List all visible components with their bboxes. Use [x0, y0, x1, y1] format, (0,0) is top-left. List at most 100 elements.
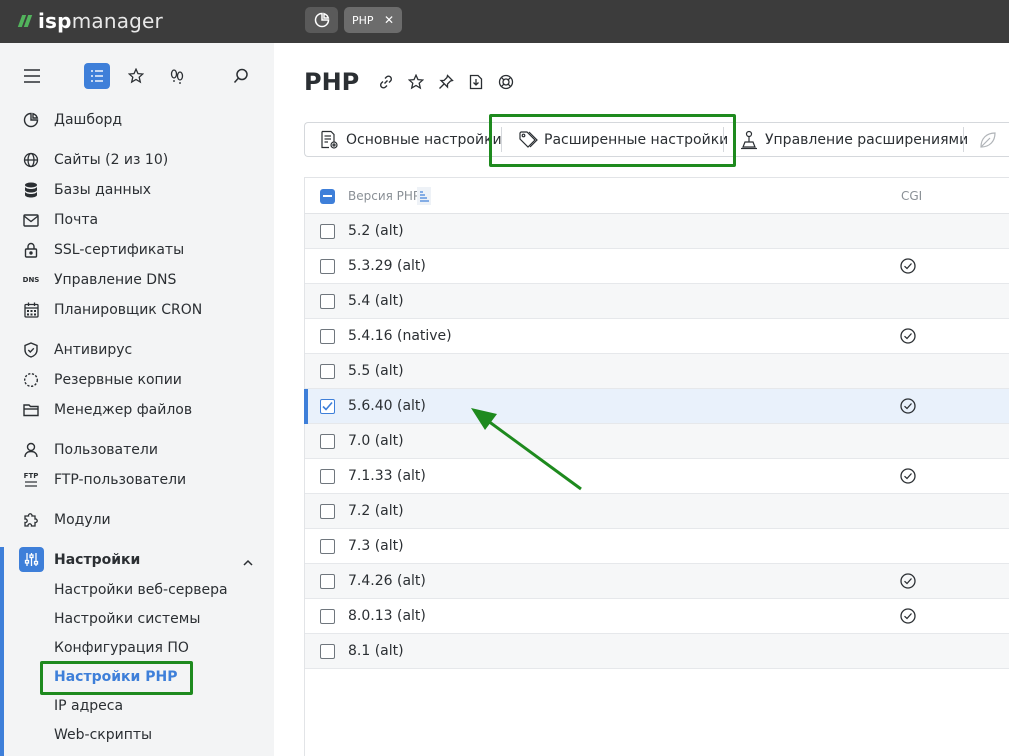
table-row[interactable]: 7.3 (alt) — [305, 529, 1009, 564]
basic-settings-button[interactable]: Основные настройки — [319, 123, 502, 156]
manage-extensions-button[interactable]: Управление расширениями — [738, 123, 968, 156]
chevron-up-icon[interactable] — [243, 554, 253, 570]
sidebar-item-antivirus[interactable]: Антивирус — [0, 335, 274, 365]
sidebar-item-label: Базы данных — [54, 182, 152, 198]
sidebar-subitem-system[interactable]: Настройки системы — [54, 611, 200, 627]
row-checkbox[interactable] — [320, 364, 335, 379]
sidebar-item-label: Сайты (2 из 10) — [54, 152, 169, 168]
pin-icon[interactable] — [436, 72, 455, 91]
sidebar-item-files[interactable]: Менеджер файлов — [0, 395, 274, 425]
table-row[interactable]: 8.0.13 (alt) — [305, 599, 1009, 634]
row-checkbox[interactable] — [320, 574, 335, 589]
table-row[interactable]: 5.6.40 (alt) — [304, 389, 1009, 424]
sidebar-item-label: Антивирус — [54, 342, 133, 358]
sidebar-item-dns[interactable]: DNS Управление DNS — [0, 265, 274, 295]
row-checkbox[interactable] — [320, 504, 335, 519]
sidebar-item-label: Управление DNS — [54, 272, 177, 288]
sort-icon[interactable] — [417, 187, 431, 205]
dashboard-tab-button[interactable] — [305, 7, 338, 33]
sidebar-subitem-webscripts[interactable]: Web-скрипты — [54, 727, 152, 743]
sidebar-subitem-ip[interactable]: IP адреса — [54, 698, 123, 714]
dns-icon: DNS — [22, 276, 40, 284]
table-row[interactable]: 7.1.33 (alt) — [305, 459, 1009, 494]
mail-icon — [22, 211, 40, 229]
sidebar-item-modules[interactable]: Модули — [0, 505, 274, 535]
globe-icon — [22, 151, 40, 169]
sidebar-item-ssl[interactable]: SSL-сертификаты — [0, 235, 274, 265]
row-checkbox[interactable] — [320, 259, 335, 274]
table-row[interactable]: 5.4 (alt) — [305, 284, 1009, 319]
table-row[interactable]: 8.1 (alt) — [305, 634, 1009, 669]
sidebar-item-label: Планировщик CRON — [54, 302, 203, 318]
row-checkbox[interactable] — [320, 399, 335, 414]
sidebar-item-databases[interactable]: Базы данных — [0, 175, 274, 205]
calendar-icon — [22, 301, 40, 319]
star-icon[interactable] — [406, 72, 425, 91]
menu-icon[interactable] — [19, 63, 45, 89]
sidebar-item-cron[interactable]: Планировщик CRON — [0, 295, 274, 325]
column-header-version[interactable]: Версия PHP — [348, 189, 420, 203]
row-checkbox[interactable] — [320, 469, 335, 484]
table-row[interactable]: 7.2 (alt) — [305, 494, 1009, 529]
row-checkbox[interactable] — [320, 434, 335, 449]
table-row[interactable]: 5.5 (alt) — [305, 354, 1009, 389]
sidebar-item-backups[interactable]: Резервные копии — [0, 365, 274, 395]
row-checkbox[interactable] — [320, 294, 335, 309]
toolbar-divider — [723, 127, 724, 152]
list-view-icon[interactable] — [84, 63, 110, 89]
table-row[interactable]: 5.3.29 (alt) — [305, 249, 1009, 284]
sidebar-item-users[interactable]: Пользователи — [0, 435, 274, 465]
sidebar-item-settings[interactable]: Настройки — [0, 545, 274, 575]
row-checkbox[interactable] — [320, 644, 335, 659]
row-checkbox[interactable] — [320, 329, 335, 344]
php-version-cell: 5.6.40 (alt) — [348, 398, 426, 414]
footsteps-icon[interactable] — [164, 63, 190, 89]
php-version-cell: 8.1 (alt) — [348, 643, 404, 659]
table-row[interactable]: 5.2 (alt) — [305, 214, 1009, 249]
row-checkbox[interactable] — [320, 539, 335, 554]
sidebar-item-label: Менеджер файлов — [54, 402, 193, 418]
sidebar-item-dashboard[interactable]: Дашборд — [0, 105, 274, 135]
advanced-settings-button[interactable]: Расширенные настройки — [517, 123, 728, 156]
link-icon[interactable] — [376, 72, 395, 91]
sidebar-item-ftp-users[interactable]: FTP FTP-пользователи — [0, 465, 274, 495]
help-lifebuoy-icon[interactable] — [496, 72, 515, 91]
sidebar-item-label: Резервные копии — [54, 372, 182, 388]
column-header-cgi[interactable]: CGI — [901, 189, 922, 203]
logo-mark-icon — [17, 15, 34, 27]
row-checkbox[interactable] — [320, 609, 335, 624]
sidebar-item-label: Дашборд — [54, 112, 123, 128]
sidebar-subitem-webserver[interactable]: Настройки веб-сервера — [54, 582, 228, 598]
select-all-checkbox[interactable] — [320, 189, 335, 204]
toolbar-divider — [501, 127, 502, 152]
sidebar-item-sites[interactable]: Сайты (2 из 10) — [0, 145, 274, 175]
lock-icon — [22, 241, 40, 259]
check-circle-icon — [899, 607, 917, 625]
ispmanager-logo[interactable]: ispmanager — [17, 7, 163, 35]
php-version-cell: 5.4 (alt) — [348, 293, 404, 309]
php-version-cell: 7.1.33 (alt) — [348, 468, 426, 484]
sidebar-item-mail[interactable]: Почта — [0, 205, 274, 235]
check-circle-icon — [899, 327, 917, 345]
close-icon[interactable]: ✕ — [384, 13, 394, 27]
table-row[interactable]: 7.0 (alt) — [305, 424, 1009, 459]
user-icon — [22, 441, 40, 459]
download-doc-icon[interactable] — [466, 72, 485, 91]
sidebar-item-label: Почта — [54, 212, 99, 228]
star-icon[interactable] — [123, 63, 149, 89]
tab-php[interactable]: PHP ✕ — [344, 7, 402, 33]
table-row[interactable]: 7.4.26 (alt) — [305, 564, 1009, 599]
database-icon — [22, 181, 40, 199]
leaf-icon — [977, 129, 999, 151]
table-row[interactable]: 5.4.16 (native) — [305, 319, 1009, 354]
sidebar-item-label: Настройки — [54, 552, 141, 568]
search-icon[interactable] — [228, 63, 254, 89]
row-checkbox[interactable] — [320, 224, 335, 239]
check-circle-icon — [899, 397, 917, 415]
more-toolbar-button[interactable] — [977, 123, 1004, 156]
sidebar-item-label: SSL-сертификаты — [54, 242, 185, 258]
check-circle-icon — [899, 467, 917, 485]
sidebar-subitem-php[interactable]: Настройки PHP — [54, 669, 177, 685]
settings-doc-icon — [319, 129, 341, 151]
sidebar-subitem-software[interactable]: Конфигурация ПО — [54, 640, 189, 656]
